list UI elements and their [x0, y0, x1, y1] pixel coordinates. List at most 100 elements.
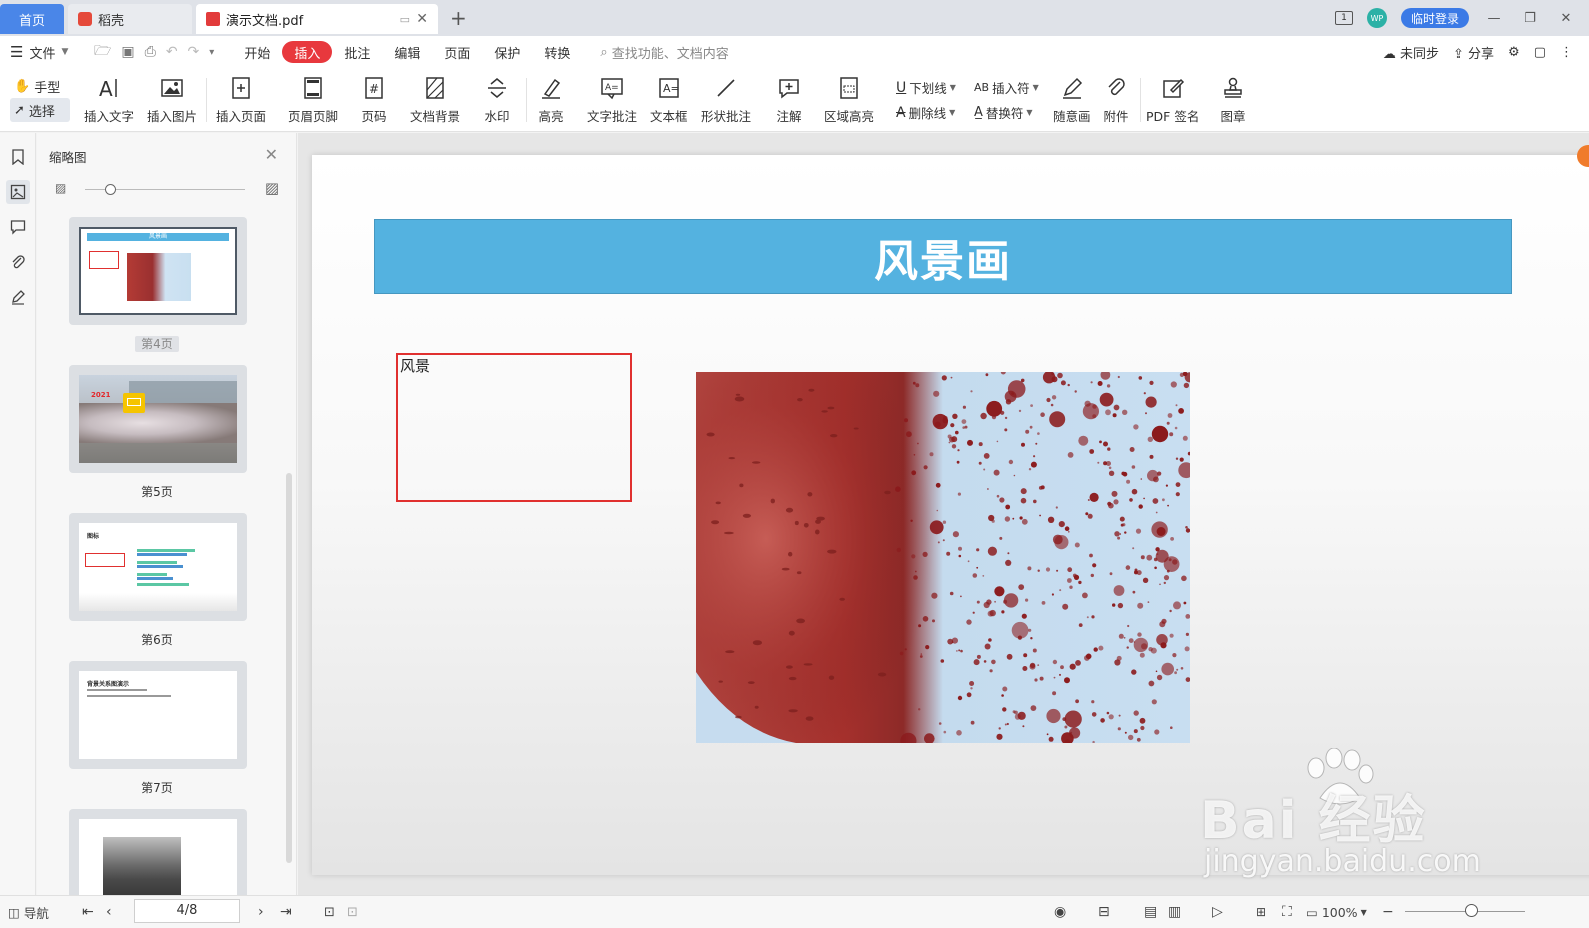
thumbnail-page-6[interactable]: 图标	[69, 513, 247, 621]
thumbnail-zoom-knob[interactable]	[105, 184, 116, 195]
small-image-icon[interactable]: ▨	[55, 181, 66, 195]
menu-tab-edit[interactable]: 编辑	[382, 41, 432, 63]
fit-width-icon[interactable]: ⊟	[1098, 902, 1110, 922]
bookmark-icon[interactable]	[6, 145, 30, 169]
insert-page-button[interactable]: 插入页面	[216, 74, 266, 125]
file-menu[interactable]: ☰ 文件 ▼	[0, 43, 80, 62]
feedback-icon[interactable]: ▢	[1534, 45, 1546, 60]
large-image-icon[interactable]: ▨	[265, 179, 279, 197]
insert-image-button[interactable]: 插入图片	[147, 74, 197, 125]
back-icon[interactable]: ⊡	[324, 902, 335, 922]
menu-tab-protect[interactable]: 保护	[482, 41, 532, 63]
menu-tab-start[interactable]: 开始	[232, 41, 282, 63]
splatter-dot	[962, 426, 965, 429]
pdf-sign-button[interactable]: PDF 签名	[1146, 74, 1199, 125]
redo-icon[interactable]: ↷	[188, 44, 200, 60]
splatter-dot	[1087, 513, 1093, 519]
text-comment-button[interactable]: A= 文字批注	[587, 74, 637, 125]
forward-icon[interactable]: ⊡	[347, 902, 358, 922]
restore-icon[interactable]: ❐	[1519, 11, 1541, 26]
menu-tab-insert[interactable]: 插入	[282, 41, 333, 63]
zoom-slider-knob[interactable]	[1465, 904, 1478, 917]
strikethrough-button[interactable]: A 删除线 ▼	[896, 103, 955, 122]
page-number-input[interactable]: 4/8	[134, 899, 240, 923]
underline-button[interactable]: U 下划线 ▼	[896, 78, 956, 97]
text-box-annotation[interactable]: 风景	[396, 353, 632, 502]
monitor-icon[interactable]: ▭	[400, 13, 410, 26]
area-highlight-button[interactable]: 区域高亮	[824, 74, 874, 125]
sync-button[interactable]: ☁ 未同步	[1383, 43, 1439, 62]
close-panel-icon[interactable]: ✕	[265, 145, 278, 164]
shape-comment-button[interactable]: 形状批注	[701, 74, 751, 125]
page-number-button[interactable]: # 页码	[360, 74, 388, 125]
zoom-out-icon[interactable]: −	[1382, 902, 1394, 922]
comment-icon[interactable]	[6, 215, 30, 239]
thumbnail-page-7[interactable]: 背景关系图演示	[69, 661, 247, 769]
layout-icon[interactable]: 1	[1334, 11, 1353, 25]
highlight-button[interactable]: 高亮	[537, 74, 565, 125]
first-page-icon[interactable]: ⇤	[82, 902, 94, 922]
thumbnail-page-8[interactable]	[69, 809, 247, 895]
search-input[interactable]: ⌕ 查找功能、文档内容	[600, 43, 728, 62]
hand-mode-button[interactable]: ✋ 手型	[10, 74, 70, 98]
select-mode-button[interactable]: ➚ 选择	[10, 98, 70, 122]
annotation-button[interactable]: 注解	[775, 74, 803, 125]
double-page-icon[interactable]: ▥	[1168, 902, 1181, 922]
thumbnail-scrollbar[interactable]	[286, 473, 292, 863]
tab-daoke[interactable]: 稻壳	[68, 4, 192, 34]
header-footer-button[interactable]: 页眉页脚	[288, 74, 338, 125]
navigation-toggle[interactable]: ◫ 导航	[8, 902, 49, 922]
tab-document[interactable]: 演示文档.pdf ▭ ✕	[196, 4, 438, 34]
strawberry-seed	[747, 681, 755, 684]
single-page-icon[interactable]: ▤	[1144, 902, 1157, 922]
save-icon[interactable]: ▣	[121, 44, 134, 60]
attachment-rail-icon[interactable]	[6, 250, 30, 274]
replace-symbol-button[interactable]: A̲ 替换符 ▼	[974, 103, 1033, 122]
more-options-icon[interactable]: ⋮	[1560, 45, 1573, 60]
menu-tab-convert[interactable]: 转换	[532, 41, 582, 63]
minimize-icon[interactable]: —	[1483, 11, 1505, 26]
stamp-button[interactable]: 图章	[1219, 74, 1247, 125]
menu-tab-comment[interactable]: 批注	[332, 41, 382, 63]
thumbnail-page-5[interactable]: 2021	[69, 365, 247, 473]
doc-background-button[interactable]: 文档背景	[410, 74, 460, 125]
close-window-icon[interactable]: ✕	[1555, 11, 1577, 26]
more-quick-icon[interactable]: ▾	[209, 47, 214, 58]
splatter-dot	[964, 425, 968, 429]
strawberry-seed	[752, 461, 761, 464]
zoom-dropdown[interactable]: ▭ 100% ▼	[1306, 902, 1367, 922]
cloud-icon: ☁	[1382, 46, 1396, 62]
note-icon[interactable]	[123, 393, 145, 413]
share-button[interactable]: ⇪ 分享	[1453, 43, 1494, 62]
login-button[interactable]: 临时登录	[1400, 8, 1469, 28]
splatter-dot	[1133, 641, 1136, 643]
text-box-button[interactable]: A= 文本框	[650, 74, 688, 125]
open-folder-icon[interactable]: 🗁	[94, 40, 111, 64]
thumbnail-icon[interactable]	[6, 180, 30, 204]
freehand-button[interactable]: 随意画	[1053, 74, 1091, 125]
menu-tab-page[interactable]: 页面	[432, 41, 482, 63]
attachment-button[interactable]: 附件	[1102, 74, 1130, 125]
close-tab-icon[interactable]: ✕	[416, 11, 428, 27]
strawberry-image[interactable]	[696, 372, 1190, 743]
next-page-icon[interactable]: ›	[258, 902, 264, 922]
undo-icon[interactable]: ↶	[166, 44, 178, 60]
splatter-dot	[1129, 498, 1133, 502]
tab-home[interactable]: 首页	[0, 4, 64, 34]
splatter-dot	[1108, 466, 1112, 470]
watermark-button[interactable]: 水印	[483, 74, 511, 125]
insert-text-button[interactable]: A 插入文字	[84, 74, 134, 125]
thumbnail-page-4[interactable]: 风景画	[69, 217, 247, 325]
settings-icon[interactable]: ⚙	[1508, 45, 1520, 60]
print-icon[interactable]: ⎙	[145, 44, 156, 60]
previous-page-icon[interactable]: ‹	[106, 902, 112, 922]
play-icon[interactable]: ▷	[1212, 902, 1223, 922]
fit-page-icon[interactable]: ⛶	[1282, 902, 1292, 922]
insert-symbol-button[interactable]: AB 插入符 ▼	[974, 78, 1039, 97]
eye-protection-icon[interactable]: ◉	[1054, 902, 1066, 922]
actual-size-icon[interactable]: ⊞	[1256, 902, 1266, 922]
last-page-icon[interactable]: ⇥	[280, 902, 292, 922]
avatar[interactable]: WP	[1366, 8, 1387, 28]
signature-rail-icon[interactable]	[6, 285, 30, 309]
new-tab-button[interactable]: +	[450, 6, 467, 30]
